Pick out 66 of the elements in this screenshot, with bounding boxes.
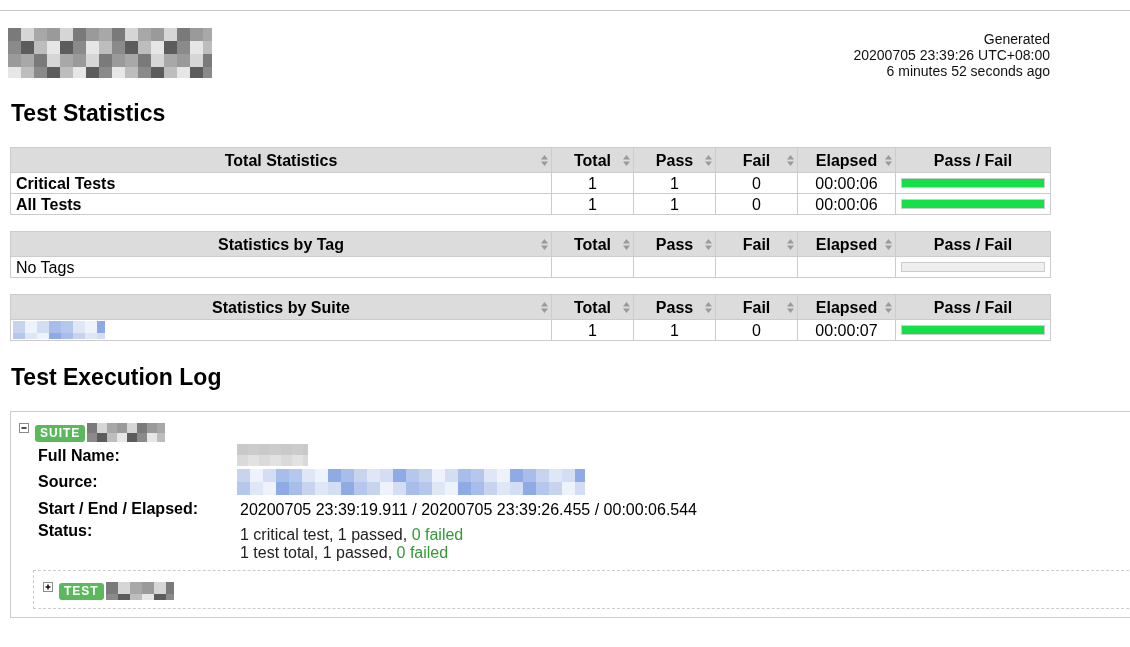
- sort-icon: [541, 301, 548, 313]
- pixelated-block: [237, 444, 308, 466]
- column-header[interactable]: Pass: [633, 147, 716, 173]
- status-line: 1 test total, 1 passed, 0 failed: [240, 544, 449, 562]
- column-header[interactable]: Total Statistics: [10, 147, 552, 173]
- table-cell: 1: [551, 319, 634, 341]
- type-badge: TEST: [59, 583, 104, 600]
- table-cell: 00:00:06: [797, 193, 896, 215]
- expand-icon[interactable]: [43, 582, 53, 592]
- table-cell: 1: [551, 172, 634, 194]
- column-header[interactable]: Elapsed: [797, 294, 896, 320]
- table-cell: Critical Tests: [10, 172, 552, 194]
- table-cell: 0: [715, 193, 798, 215]
- type-badge: SUITE: [35, 425, 86, 442]
- pixelated-block: [105, 582, 174, 600]
- sort-icon: [705, 238, 712, 250]
- table-cell: 1: [633, 172, 716, 194]
- column-header: Pass / Fail: [895, 231, 1051, 257]
- column-header: Pass / Fail: [895, 147, 1051, 173]
- sort-icon: [541, 238, 548, 250]
- sort-icon: [787, 301, 794, 313]
- table-cell: All Tests: [10, 193, 552, 215]
- metadata-label: Status:: [38, 521, 93, 540]
- column-header[interactable]: Fail: [715, 147, 798, 173]
- sort-icon: [623, 154, 630, 166]
- table-cell: 0: [715, 172, 798, 194]
- sort-icon: [705, 301, 712, 313]
- metadata-label: Full Name:: [38, 445, 120, 465]
- status-line: 1 critical test, 1 passed, 0 failed: [240, 526, 464, 544]
- sort-icon: [541, 154, 548, 166]
- table-cell: 0: [715, 319, 798, 341]
- section-heading: Test Statistics: [11, 100, 166, 127]
- column-header[interactable]: Statistics by Tag: [10, 231, 552, 257]
- column-header[interactable]: Pass: [633, 231, 716, 257]
- sort-icon: [885, 154, 892, 166]
- table-cell: 1: [633, 319, 716, 341]
- metadata-label: Start / End / Elapsed:: [38, 498, 199, 518]
- metadata-label: Source:: [38, 472, 98, 491]
- generated-info: 20200705 23:39:26 UTC+08:00: [853, 47, 1050, 63]
- column-header[interactable]: Statistics by Suite: [10, 294, 552, 320]
- table-cell: No Tags: [10, 256, 552, 278]
- table-cell: 1: [551, 193, 634, 215]
- sort-icon: [885, 301, 892, 313]
- section-heading: Test Execution Log: [11, 364, 222, 391]
- column-header[interactable]: Pass: [633, 294, 716, 320]
- column-header[interactable]: Fail: [715, 294, 798, 320]
- sort-icon: [787, 238, 794, 250]
- table-cell: 00:00:07: [797, 319, 896, 341]
- sort-icon: [623, 238, 630, 250]
- column-header[interactable]: Elapsed: [797, 231, 896, 257]
- collapse-icon[interactable]: [19, 423, 29, 433]
- sort-icon: [885, 238, 892, 250]
- column-header[interactable]: Fail: [715, 231, 798, 257]
- generated-info: 6 minutes 52 seconds ago: [886, 63, 1050, 79]
- metadata-value: 20200705 23:39:19.911 / 20200705 23:39:26.455 / 00:00:06.544: [240, 500, 697, 519]
- sort-icon: [623, 301, 630, 313]
- column-header: Pass / Fail: [895, 294, 1051, 320]
- table-cell: 00:00:06: [797, 172, 896, 194]
- column-header[interactable]: Elapsed: [797, 147, 896, 173]
- sort-icon: [705, 154, 712, 166]
- column-header[interactable]: Total: [551, 294, 634, 320]
- column-header[interactable]: Total: [551, 231, 634, 257]
- sort-icon: [787, 154, 794, 166]
- table-cell: 1: [633, 193, 716, 215]
- generated-info: Generated: [983, 31, 1050, 47]
- column-header[interactable]: Total: [551, 147, 634, 173]
